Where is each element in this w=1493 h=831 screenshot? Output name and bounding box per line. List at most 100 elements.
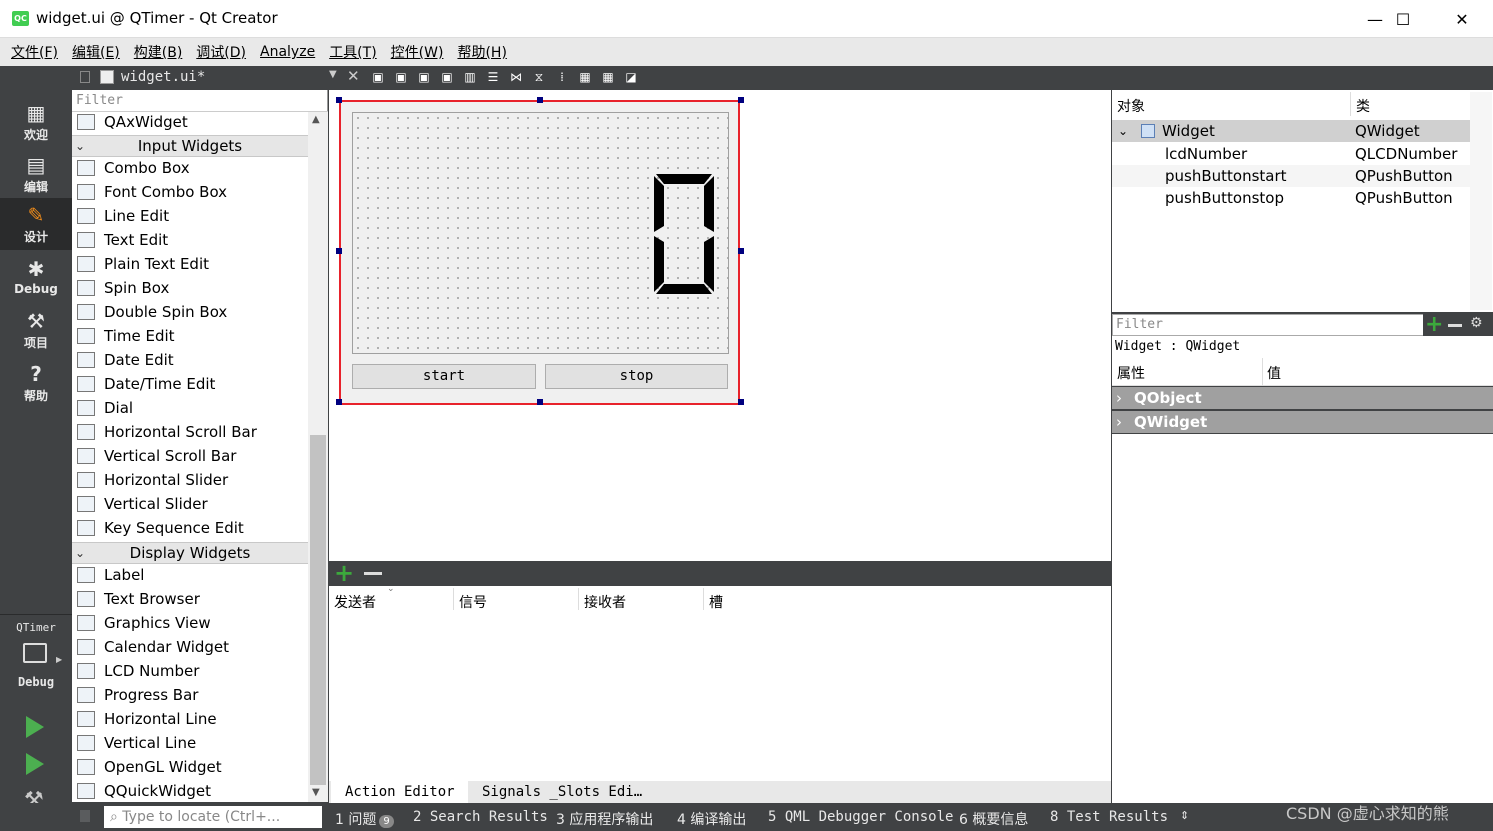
widget-item[interactable]: Vertical Slider <box>72 492 308 516</box>
widget-item[interactable]: QQuickWidget <box>72 779 308 803</box>
layout-form-icon[interactable]: ⁞ <box>555 70 569 84</box>
sidebar-toggle-icon[interactable] <box>80 810 90 822</box>
close-button[interactable]: ✕ <box>1433 0 1491 38</box>
widget-item[interactable]: Horizontal Line <box>72 707 308 731</box>
group-qwidget[interactable]: › QWidget <box>1112 411 1493 433</box>
widget-item[interactable]: Spin Box <box>72 276 308 300</box>
break-layout-icon[interactable]: ▦ <box>601 70 615 84</box>
resize-handle[interactable] <box>738 248 744 254</box>
header-slot[interactable]: 槽 <box>709 592 723 612</box>
tab-signals-slots-editor[interactable]: Signals _Slots Edi… <box>468 781 657 803</box>
widget-item[interactable]: Horizontal Scroll Bar <box>72 420 308 444</box>
tree-row-pushbuttonstop[interactable]: pushButtonstop QPushButton <box>1112 187 1470 209</box>
edit-tab-order-icon[interactable]: ▣ <box>440 70 454 84</box>
pane-app-output[interactable]: 3 应用程序输出 <box>556 809 653 829</box>
kit-selector-arrow-icon[interactable]: ▶ <box>56 655 62 664</box>
widget-item[interactable]: Date/Time Edit <box>72 372 308 396</box>
widget-item[interactable]: Graphics View <box>72 611 308 635</box>
splitter-horizontal-icon[interactable]: ⋈ <box>509 70 523 84</box>
widget-item[interactable]: Dial <box>72 396 308 420</box>
mode-edit[interactable]: ▤ 编辑 <box>0 148 72 200</box>
add-property-icon[interactable]: + <box>1425 312 1443 337</box>
edit-signals-slots-icon[interactable]: ▣ <box>394 70 408 84</box>
widget-item[interactable]: Vertical Scroll Bar <box>72 444 308 468</box>
header-receiver[interactable]: 接收者 <box>584 592 626 612</box>
header-sender[interactable]: 发送者 <box>334 592 376 612</box>
widget-item[interactable]: Plain Text Edit <box>72 252 308 276</box>
menu-help[interactable]: 帮助(H) <box>450 42 513 62</box>
add-connection-icon[interactable]: + <box>334 561 354 585</box>
category-display-widgets[interactable]: ⌄ Display Widgets <box>72 542 308 564</box>
close-file-icon[interactable]: ✕ <box>347 67 360 85</box>
inspector-scrollbar[interactable] <box>1470 92 1492 310</box>
resize-handle[interactable] <box>537 97 543 103</box>
widget-item[interactable]: LCD Number <box>72 659 308 683</box>
widget-item[interactable]: Key Sequence Edit <box>72 516 308 540</box>
tree-row-pushbuttonstart[interactable]: pushButtonstart QPushButton <box>1112 165 1470 187</box>
pane-qml-debugger[interactable]: 5 QML Debugger Console <box>768 809 953 825</box>
menu-file[interactable]: 文件(F) <box>4 42 65 62</box>
wrench-icon[interactable]: ⚙ <box>1470 315 1483 331</box>
menu-build[interactable]: 构建(B) <box>127 42 190 62</box>
adjust-size-icon[interactable]: ◪ <box>624 70 638 84</box>
edit-buddies-icon[interactable]: ▣ <box>417 70 431 84</box>
widget-item[interactable]: Progress Bar <box>72 683 308 707</box>
widget-item[interactable]: Date Edit <box>72 348 308 372</box>
menu-tools[interactable]: 工具(T) <box>322 42 383 62</box>
pane-search-results[interactable]: 2 Search Results <box>413 809 548 825</box>
scroll-up-icon[interactable]: ▲ <box>312 114 320 125</box>
layout-horizontal-icon[interactable]: ▥ <box>463 70 477 84</box>
mode-debug[interactable]: ✱ Debug <box>0 252 72 304</box>
group-qobject[interactable]: › QObject <box>1112 387 1493 409</box>
file-tab-name[interactable]: widget.ui* <box>121 69 205 85</box>
splitter-vertical-icon[interactable]: ⧖ <box>532 70 546 84</box>
resize-handle[interactable] <box>336 97 342 103</box>
resize-handle[interactable] <box>537 399 543 405</box>
stop-button[interactable]: stop <box>545 364 728 389</box>
scroll-down-icon[interactable]: ▼ <box>312 787 320 798</box>
start-button[interactable]: start <box>352 364 536 389</box>
tree-row-lcdnumber[interactable]: lcdNumber QLCDNumber <box>1112 143 1470 165</box>
pane-compile-output[interactable]: 4 编译输出 <box>677 809 746 829</box>
header-property[interactable]: 属性 <box>1117 363 1145 383</box>
layout-vertical-icon[interactable]: ☰ <box>486 70 500 84</box>
debug-run-icon[interactable] <box>26 753 44 775</box>
tree-row-widget[interactable]: ⌄ Widget QWidget <box>1112 120 1470 142</box>
widget-item[interactable]: Vertical Line <box>72 731 308 755</box>
maximize-button[interactable]: ☐ <box>1374 0 1432 38</box>
menu-analyze[interactable]: Analyze <box>253 44 322 60</box>
header-class[interactable]: 类 <box>1356 96 1370 116</box>
resize-handle[interactable] <box>336 248 342 254</box>
menu-widgets[interactable]: 控件(W) <box>384 42 451 62</box>
widget-item[interactable]: Text Browser <box>72 587 308 611</box>
widget-item[interactable]: Font Combo Box <box>72 180 308 204</box>
pane-general-messages[interactable]: 6 概要信息 <box>959 809 1028 829</box>
menu-edit[interactable]: 编辑(E) <box>65 42 127 62</box>
more-panes-icon[interactable]: ⇕ <box>1180 809 1189 822</box>
header-value[interactable]: 值 <box>1267 363 1281 383</box>
edit-widgets-icon[interactable]: ▣ <box>371 70 385 84</box>
mode-projects[interactable]: ⚒ 项目 <box>0 304 72 356</box>
mode-help[interactable]: ? 帮助 <box>0 357 72 409</box>
run-icon[interactable] <box>26 716 44 738</box>
widget-item[interactable]: Combo Box <box>72 156 308 180</box>
menu-debug[interactable]: 调试(D) <box>189 42 253 62</box>
monitor-icon[interactable] <box>23 643 47 663</box>
widget-item[interactable]: Label <box>72 563 308 587</box>
file-dropdown-icon[interactable]: ▼ <box>329 69 337 80</box>
category-input-widgets[interactable]: ⌄ Input Widgets <box>72 135 308 157</box>
remove-property-icon[interactable] <box>1448 324 1462 327</box>
widget-filter-input[interactable]: Filter <box>72 90 328 112</box>
signals-slots-table[interactable] <box>329 586 1111 781</box>
remove-connection-icon[interactable] <box>364 572 382 575</box>
widget-item[interactable]: Time Edit <box>72 324 308 348</box>
mode-welcome[interactable]: ▦ 欢迎 <box>0 96 72 148</box>
widget-item[interactable]: OpenGL Widget <box>72 755 308 779</box>
pane-test-results[interactable]: 8 Test Results <box>1050 809 1168 825</box>
widget-item[interactable]: Double Spin Box <box>72 300 308 324</box>
widget-item[interactable]: Horizontal Slider <box>72 468 308 492</box>
mode-design[interactable]: ✎ 设计 <box>0 198 72 250</box>
widget-item[interactable]: Line Edit <box>72 204 308 228</box>
resize-handle[interactable] <box>336 399 342 405</box>
widget-item[interactable]: QAxWidget <box>72 110 308 134</box>
